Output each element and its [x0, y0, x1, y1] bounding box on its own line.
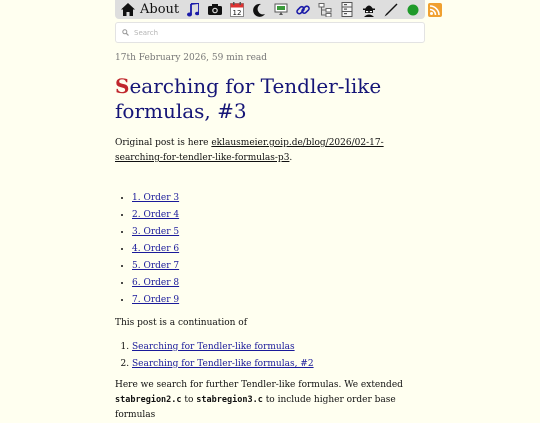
previous-post-item: Searching for Tendler-like formulas, #2	[132, 356, 314, 373]
original-post-paragraph: Original post is here eklausmeier.goip.d…	[115, 136, 430, 166]
previous-post-link-1[interactable]: Searching for Tendler-like formulas	[132, 342, 295, 352]
toc-item: 1. Order 3	[132, 190, 179, 207]
intro-text-1: Here we search for further Tendler-like …	[115, 380, 403, 390]
code-stabregion3: stabregion3.c	[196, 395, 263, 405]
pen-icon[interactable]	[380, 0, 402, 19]
previous-post-link-2[interactable]: Searching for Tendler-like formulas, #2	[132, 359, 314, 369]
green-dot-icon[interactable]	[402, 0, 424, 19]
screen-icon[interactable]	[270, 0, 292, 19]
link-icon[interactable]	[292, 0, 314, 19]
title-initial: S	[115, 74, 130, 98]
original-post-prefix: Original post is here	[115, 138, 212, 148]
code-stabregion2: stabregion2.c	[115, 395, 182, 405]
table-of-contents: 1. Order 3 2. Order 4 3. Order 5 4. Orde…	[115, 190, 179, 309]
toc-item: 3. Order 5	[132, 224, 179, 241]
toc-link-order-5[interactable]: 3. Order 5	[132, 227, 179, 237]
rss-icon[interactable]	[424, 0, 446, 19]
toc-item: 7. Order 9	[132, 292, 179, 309]
intro-paragraph: Here we search for further Tendler-like …	[115, 378, 430, 423]
search-input[interactable]	[134, 28, 414, 37]
page-title: Searching for Tendler-like formulas, #3	[115, 74, 425, 124]
continuation-text: This post is a continuation of	[115, 318, 248, 328]
toc-item: 4. Order 6	[132, 241, 179, 258]
toc-link-order-4[interactable]: 2. Order 4	[132, 210, 179, 220]
toc-link-order-9[interactable]: 7. Order 9	[132, 295, 179, 305]
sitemap-icon[interactable]	[314, 0, 336, 19]
top-nav-bar: About 12	[115, 0, 443, 19]
original-post-suffix: .	[289, 153, 293, 163]
previous-posts-list: Searching for Tendler-like formulas Sear…	[115, 339, 314, 373]
title-text: earching for Tendler-like formulas, #3	[115, 74, 382, 123]
search-icon	[116, 29, 134, 36]
toc-link-order-6[interactable]: 4. Order 6	[132, 244, 179, 254]
moon-icon[interactable]	[248, 0, 270, 19]
hacker-icon[interactable]	[358, 0, 380, 19]
calendar-icon[interactable]: 12	[226, 0, 248, 19]
database-icon[interactable]	[336, 0, 358, 19]
previous-post-item: Searching for Tendler-like formulas	[132, 339, 314, 356]
search-box	[115, 22, 425, 43]
svg-text:12: 12	[233, 9, 242, 17]
toc-link-order-7[interactable]: 5. Order 7	[132, 261, 179, 271]
camera-icon[interactable]	[204, 0, 226, 19]
to-word: to	[181, 395, 197, 405]
post-meta: 17th February 2026, 59 min read	[115, 53, 268, 63]
music-icon[interactable]	[182, 0, 204, 19]
toc-link-order-3[interactable]: 1. Order 3	[132, 193, 179, 203]
toc-item: 2. Order 4	[132, 207, 179, 224]
toc-link-order-8[interactable]: 6. Order 8	[132, 278, 179, 288]
home-icon[interactable]	[117, 0, 139, 19]
toc-item: 5. Order 7	[132, 258, 179, 275]
toc-item: 6. Order 8	[132, 275, 179, 292]
about-link[interactable]: About	[140, 2, 179, 17]
